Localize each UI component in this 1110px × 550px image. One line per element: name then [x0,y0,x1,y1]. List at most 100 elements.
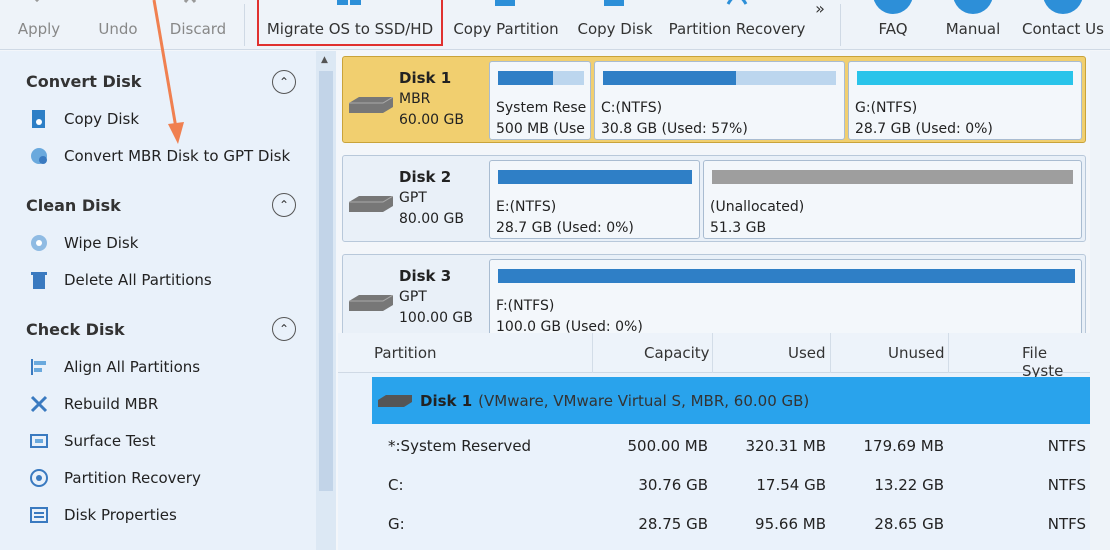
copy-disk-icon [602,0,628,12]
chevron-up-icon: ⌃ [278,322,290,336]
sidebar-item-label: Rebuild MBR [64,395,159,413]
sidebar-scrollbar[interactable]: ▲ [316,51,336,550]
disk-info: Disk 3 GPT 100.00 GB [343,255,488,340]
disk-info: Disk 2 GPT 80.00 GB [343,156,488,241]
sidebar-item-rebuild-mbr[interactable]: Rebuild MBR [28,392,158,416]
undo-button[interactable]: Undo [88,0,148,50]
partition-block[interactable]: G:(NTFS) 28.7 GB (Used: 0%) [848,61,1082,140]
cell-file-system: NTFS [1047,515,1086,533]
toolbar-divider [244,4,245,46]
scroll-up-icon[interactable]: ▲ [321,55,328,65]
partition-block[interactable]: E:(NTFS) 28.7 GB (Used: 0%) [489,160,700,239]
cell-capacity: 500.00 MB [627,437,709,455]
align-icon [28,356,50,378]
table-disk-detail: (VMware, VMware Virtual S, MBR, 60.00 GB… [478,391,810,410]
sidebar-item-disk-properties[interactable]: Disk Properties [28,503,177,527]
partition-detail: 51.3 GB [710,220,767,236]
disk-size: 60.00 GB [399,112,464,128]
faq-icon [873,0,913,14]
disk-name: Disk 2 [399,168,452,186]
partition-name: G:(NTFS) [855,100,918,116]
faq-button[interactable]: FAQ [862,0,924,50]
partition-block[interactable]: System Rese 500 MB (Use [489,61,591,140]
table-row[interactable]: C: 30.76 GB 17.54 GB 13.22 GB NTFS [372,466,1090,505]
usage-bar [603,71,836,85]
highlight-box [257,0,443,46]
wipe-disk-icon [28,232,50,254]
partition-detail: 28.7 GB (Used: 0%) [855,121,993,137]
col-header-file-system[interactable]: File Syste [1022,344,1090,380]
column-divider[interactable] [948,333,949,373]
copy-partition-label: Copy Partition [453,20,559,38]
cell-used: 95.66 MB [755,515,826,533]
partition-name: System Rese [496,100,587,116]
partition-block[interactable]: F:(NTFS) 100.0 GB (Used: 0%) [489,259,1082,338]
cell-partition: *:System Reserved [388,437,532,455]
contact-us-button[interactable]: Contact Us [1016,0,1110,50]
cell-unused: 179.69 MB [863,437,945,455]
collapse-check-disk-button[interactable]: ⌃ [272,317,296,341]
sidebar-scroll-thumb[interactable] [319,71,333,491]
table-scrollbar[interactable] [1090,333,1110,550]
column-divider[interactable] [830,333,831,373]
chevron-up-icon: ⌃ [278,198,290,212]
hard-drive-icon [349,196,393,212]
manual-button[interactable]: Manual [940,0,1006,50]
partition-block[interactable]: (Unallocated) 51.3 GB [703,160,1082,239]
cell-unused: 28.65 GB [874,515,944,533]
disk-row-1[interactable]: Disk 1 MBR 60.00 GB System Rese 500 MB (… [342,56,1086,143]
column-divider[interactable] [712,333,713,373]
disk-map-scrollbar[interactable] [1090,51,1110,333]
sidebar-item-surface-test[interactable]: Surface Test [28,429,155,453]
trash-icon [28,269,50,291]
col-header-unused[interactable]: Unused [888,344,945,362]
sidebar-item-delete-all-partitions[interactable]: Delete All Partitions [28,268,212,292]
partition-name: C:(NTFS) [601,100,663,116]
partition-recovery-icon [724,0,750,12]
check-icon [29,0,49,10]
cell-used: 320.31 MB [745,437,827,455]
disk-size: 80.00 GB [399,211,464,227]
partition-block[interactable]: C:(NTFS) 30.8 GB (Used: 57%) [594,61,845,140]
manual-icon [953,0,993,14]
wrench-icon [28,393,50,415]
sidebar-item-label: Disk Properties [64,506,177,524]
copy-partition-button[interactable]: Copy Partition [450,0,562,50]
collapse-clean-disk-button[interactable]: ⌃ [272,193,296,217]
sidebar-item-label: Partition Recovery [64,469,201,487]
convert-disk-icon [28,145,50,167]
cell-partition: C: [388,476,404,494]
col-header-capacity[interactable]: Capacity [644,344,710,362]
disk-row-2[interactable]: Disk 2 GPT 80.00 GB E:(NTFS) 28.7 GB (Us… [342,155,1086,242]
table-row[interactable]: *:System Reserved 500.00 MB 320.31 MB 17… [372,427,1090,466]
contact-icon [1043,0,1083,14]
undo-label: Undo [98,20,138,38]
usage-bar [712,170,1073,184]
col-header-used[interactable]: Used [788,344,826,362]
toolbar-divider [840,4,841,46]
sidebar-item-copy-disk[interactable]: Copy Disk [28,107,139,131]
apply-button[interactable]: Apply [8,0,70,50]
chevron-up-icon: ⌃ [278,75,290,89]
cell-capacity: 28.75 GB [638,515,708,533]
table-row[interactable]: G: 28.75 GB 95.66 MB 28.65 GB NTFS [372,505,1090,544]
partition-recovery-button[interactable]: Partition Recovery [664,0,810,50]
recovery-icon [28,467,50,489]
sidebar-item-label: Wipe Disk [64,234,139,252]
table-header: Partition Capacity Used Unused File Syst… [338,333,1090,380]
disk-type: GPT [399,289,427,305]
disk-row-3[interactable]: Disk 3 GPT 100.00 GB F:(NTFS) 100.0 GB (… [342,254,1086,341]
copy-disk-button[interactable]: Copy Disk [574,0,656,50]
collapse-convert-disk-button[interactable]: ⌃ [272,70,296,94]
sidebar-item-partition-recovery[interactable]: Partition Recovery [28,466,201,490]
sidebar-item-label: Copy Disk [64,110,140,128]
usage-fill [498,71,554,85]
usage-fill [603,71,736,85]
sidebar-item-align-all-partitions[interactable]: Align All Partitions [28,355,200,379]
more-tools-button[interactable]: » [812,0,828,50]
column-divider[interactable] [592,333,593,373]
partition-name: E:(NTFS) [496,199,557,215]
table-disk-header[interactable]: Disk 1 (VMware, VMware Virtual S, MBR, 6… [372,377,1090,424]
sidebar-item-wipe-disk[interactable]: Wipe Disk [28,231,138,255]
col-header-partition[interactable]: Partition [374,344,437,362]
